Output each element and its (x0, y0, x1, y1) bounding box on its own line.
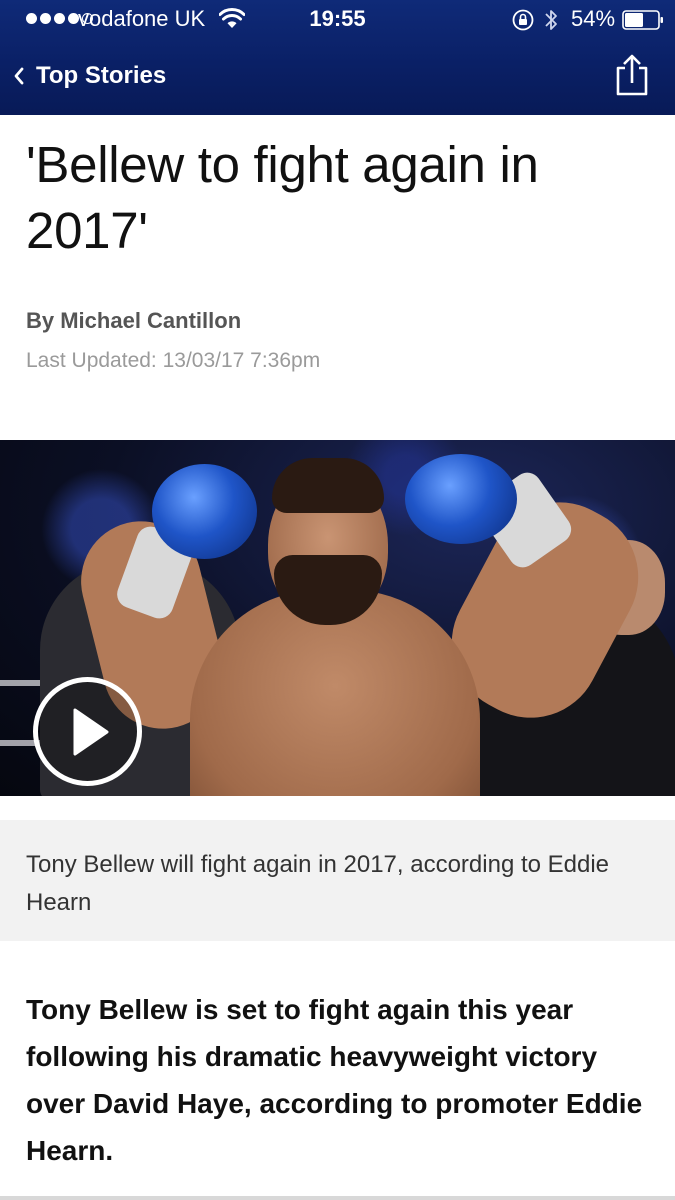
status-time: 19:55 (309, 6, 366, 31)
image-caption: Tony Bellew will fight again in 2017, ac… (0, 820, 675, 941)
article-byline: By Michael Cantillon (26, 308, 242, 333)
wifi-icon (219, 8, 245, 28)
video-play-button[interactable] (33, 677, 142, 786)
divider (0, 1196, 675, 1200)
status-bar: vodafone UK 19:55 54% (0, 0, 675, 40)
share-icon[interactable] (612, 54, 652, 96)
chevron-left-icon (14, 67, 24, 85)
article-timestamp: Last Updated: 13/03/17 7:36pm (26, 349, 321, 372)
play-icon (73, 708, 109, 756)
boxing-glove (152, 464, 257, 559)
bluetooth-icon (545, 10, 557, 30)
back-label: Top Stories (36, 62, 167, 89)
boxing-glove (405, 454, 517, 544)
nav-bar: Top Stories (0, 40, 675, 115)
battery-percent: 54% (571, 6, 616, 31)
article-lead-paragraph: Tony Bellew is set to fight again this y… (26, 994, 643, 1166)
app-header: vodafone UK 19:55 54% Top Stories (0, 0, 675, 115)
article-hero-image[interactable] (0, 440, 675, 796)
back-button[interactable]: Top Stories (12, 62, 166, 90)
battery-icon (622, 10, 663, 30)
rotation-lock-icon (512, 9, 534, 31)
carrier-name: vodafone UK (78, 6, 206, 31)
article-headline: 'Bellew to fight again in 2017' (26, 136, 539, 259)
